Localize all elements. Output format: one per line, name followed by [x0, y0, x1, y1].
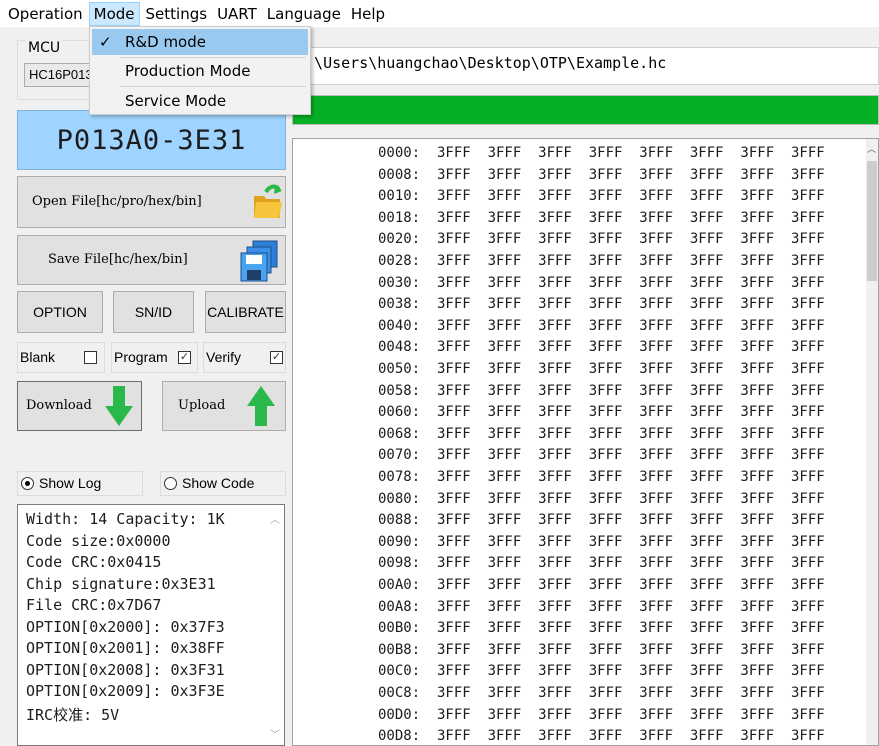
- open-file-label: Open File[hc/pro/hex/bin]: [32, 194, 202, 209]
- hex-row: 00B0: 3FFF 3FFF 3FFF 3FFF 3FFF 3FFF 3FFF…: [378, 620, 825, 637]
- hex-row: 00C0: 3FFF 3FFF 3FFF 3FFF 3FFF 3FFF 3FFF…: [378, 663, 825, 680]
- hex-row: 0078: 3FFF 3FFF 3FFF 3FFF 3FFF 3FFF 3FFF…: [378, 469, 825, 485]
- file-path-field[interactable]: C:\Users\huangchao\Desktop\OTP\Example.h…: [292, 47, 879, 85]
- upload-button[interactable]: Upload: [162, 381, 286, 431]
- menu-settings[interactable]: Settings: [142, 2, 212, 26]
- hex-row: 0040: 3FFF 3FFF 3FFF 3FFF 3FFF 3FFF 3FFF…: [378, 317, 825, 334]
- hex-row: 0018: 3FFF 3FFF 3FFF 3FFF 3FFF 3FFF 3FFF…: [378, 209, 825, 226]
- log-line: Code CRC:0x0415: [26, 553, 162, 571]
- hex-row: 0098: 3FFF 3FFF 3FFF 3FFF 3FFF 3FFF 3FFF…: [378, 555, 825, 572]
- hex-row: 0038: 3FFF 3FFF 3FFF 3FFF 3FFF 3FFF 3FFF…: [378, 296, 825, 313]
- chip-id-display: P013A0-3E31: [17, 110, 286, 170]
- menu-separator: [120, 86, 306, 87]
- checkbox-icon: [84, 351, 97, 364]
- hex-row: 0028: 3FFF 3FFF 3FFF 3FFF 3FFF 3FFF 3FFF…: [378, 253, 825, 269]
- log-scrollbar[interactable]: ︿ ﹀: [267, 505, 284, 745]
- checkbox-checked-icon: ✓: [270, 351, 283, 364]
- download-label: Download: [26, 398, 92, 413]
- log-line: OPTION[0x2009]: 0x3F3E: [26, 682, 225, 700]
- menu-uart[interactable]: UART: [213, 2, 261, 26]
- hex-row: 0050: 3FFF 3FFF 3FFF 3FFF 3FFF 3FFF 3FFF…: [378, 361, 825, 377]
- log-line: Chip signature:0x3E31: [26, 574, 216, 593]
- hex-row: 00D8: 3FFF 3FFF 3FFF 3FFF 3FFF 3FFF 3FFF…: [378, 728, 825, 745]
- log-line: Width: 14 Capacity: 1K: [26, 510, 225, 528]
- menu-item-label: R&D mode: [125, 33, 206, 51]
- menu-language[interactable]: Language: [263, 2, 345, 26]
- log-panel[interactable]: Width: 14 Capacity: 1K Code size:0x0000 Co…: [17, 504, 285, 746]
- hex-row: 0068: 3FFF 3FFF 3FFF 3FFF 3FFF 3FFF 3FFF…: [378, 425, 825, 442]
- menu-item-service-mode[interactable]: Service Mode: [92, 88, 308, 114]
- menu-operation[interactable]: Operation: [4, 2, 87, 26]
- hex-row: 0048: 3FFF 3FFF 3FFF 3FFF 3FFF 3FFF 3FFF…: [378, 339, 825, 356]
- hex-row: 0080: 3FFF 3FFF 3FFF 3FFF 3FFF 3FFF 3FFF…: [378, 490, 825, 507]
- upload-label: Upload: [178, 398, 226, 413]
- menu-bar: Operation Mode Settings UART Language He…: [0, 0, 879, 27]
- sn-id-button[interactable]: SN/ID: [113, 291, 194, 333]
- hex-row: 0000: 3FFF 3FFF 3FFF 3FFF 3FFF 3FFF 3FFF…: [378, 145, 825, 161]
- hex-row: 0088: 3FFF 3FFF 3FFF 3FFF 3FFF 3FFF 3FFF…: [378, 512, 825, 529]
- show-code-radio[interactable]: Show Code: [160, 471, 286, 496]
- log-line: OPTION[0x2008]: 0x3F31: [26, 660, 225, 679]
- checkbox-checked-icon: ✓: [178, 351, 191, 364]
- show-log-label: Show Log: [39, 475, 102, 491]
- program-check[interactable]: Program ✓: [111, 342, 198, 373]
- hex-row: 00A0: 3FFF 3FFF 3FFF 3FFF 3FFF 3FFF 3FFF…: [378, 577, 825, 593]
- hex-scroll-thumb[interactable]: [867, 161, 877, 281]
- save-file-button[interactable]: Save File[hc/hex/bin]: [17, 235, 286, 285]
- scroll-up-icon[interactable]: ︿: [270, 511, 280, 526]
- hex-row: 0020: 3FFF 3FFF 3FFF 3FFF 3FFF 3FFF 3FFF…: [378, 231, 825, 248]
- hex-row: 00C8: 3FFF 3FFF 3FFF 3FFF 3FFF 3FFF 3FFF…: [378, 685, 825, 701]
- download-button[interactable]: Download: [17, 381, 142, 431]
- hex-row: 0090: 3FFF 3FFF 3FFF 3FFF 3FFF 3FFF 3FFF…: [378, 533, 825, 550]
- mode-dropdown: ✓ R&D mode Production Mode Service Mode: [89, 26, 311, 115]
- verify-check[interactable]: Verify ✓: [203, 342, 286, 373]
- show-code-label: Show Code: [182, 475, 255, 491]
- open-folder-icon: [252, 182, 284, 226]
- arrow-up-icon: [247, 386, 275, 432]
- open-file-button[interactable]: Open File[hc/pro/hex/bin]: [17, 176, 286, 228]
- hex-row: 0060: 3FFF 3FFF 3FFF 3FFF 3FFF 3FFF 3FFF…: [378, 404, 825, 421]
- hex-row: 0010: 3FFF 3FFF 3FFF 3FFF 3FFF 3FFF 3FFF…: [378, 188, 825, 205]
- show-log-radio[interactable]: Show Log: [17, 471, 143, 496]
- log-line: Code size:0x0000: [26, 531, 171, 550]
- radio-icon: [164, 477, 177, 490]
- hex-scrollbar[interactable]: ︿: [866, 139, 878, 745]
- arrow-down-icon: [105, 386, 133, 432]
- option-button[interactable]: OPTION: [17, 291, 103, 333]
- calibrate-button[interactable]: CALIBRATE: [205, 291, 286, 333]
- save-file-label: Save File[hc/hex/bin]: [48, 252, 188, 267]
- log-line: File CRC:0x7D67: [26, 596, 162, 614]
- scroll-down-icon[interactable]: ﹀: [270, 726, 280, 741]
- menu-item-production-mode[interactable]: Production Mode: [92, 58, 308, 84]
- hex-row: 0030: 3FFF 3FFF 3FFF 3FFF 3FFF 3FFF 3FFF…: [378, 274, 825, 291]
- hex-row: 00A8: 3FFF 3FFF 3FFF 3FFF 3FFF 3FFF 3FFF…: [378, 598, 825, 615]
- menu-item-rd-mode[interactable]: ✓ R&D mode: [92, 29, 308, 55]
- check-icon: ✓: [99, 33, 112, 51]
- menu-item-label: Production Mode: [125, 62, 251, 80]
- menu-item-label: Service Mode: [125, 92, 227, 110]
- hex-row: 0008: 3FFF 3FFF 3FFF 3FFF 3FFF 3FFF 3FFF…: [378, 166, 825, 183]
- hex-row: 0070: 3FFF 3FFF 3FFF 3FFF 3FFF 3FFF 3FFF…: [378, 447, 825, 464]
- hex-row: 00B8: 3FFF 3FFF 3FFF 3FFF 3FFF 3FFF 3FFF…: [378, 641, 825, 658]
- hex-row: 00D0: 3FFF 3FFF 3FFF 3FFF 3FFF 3FFF 3FFF…: [378, 706, 825, 723]
- mcu-label: MCU: [26, 40, 63, 56]
- verify-check-label: Verify: [206, 349, 242, 365]
- program-check-label: Program: [114, 349, 168, 365]
- progress-bar: [292, 95, 879, 125]
- menu-help[interactable]: Help: [347, 2, 389, 26]
- floppy-disks-icon: [239, 239, 279, 287]
- hex-row: 0058: 3FFF 3FFF 3FFF 3FFF 3FFF 3FFF 3FFF…: [378, 382, 825, 399]
- progress-fill: [293, 96, 878, 124]
- menu-mode[interactable]: Mode: [88, 1, 140, 26]
- log-line: OPTION[0x2001]: 0x38FF: [26, 639, 225, 657]
- blank-check-label: Blank: [20, 349, 56, 365]
- radio-selected-icon: [21, 477, 34, 490]
- scroll-up-icon[interactable]: ︿: [867, 142, 876, 155]
- log-line: OPTION[0x2000]: 0x37F3: [26, 617, 225, 636]
- hex-view[interactable]: 0000: 3FFF 3FFF 3FFF 3FFF 3FFF 3FFF 3FFF…: [292, 138, 879, 746]
- blank-check[interactable]: Blank: [17, 342, 105, 373]
- log-line: IRC校准: 5V: [26, 705, 120, 724]
